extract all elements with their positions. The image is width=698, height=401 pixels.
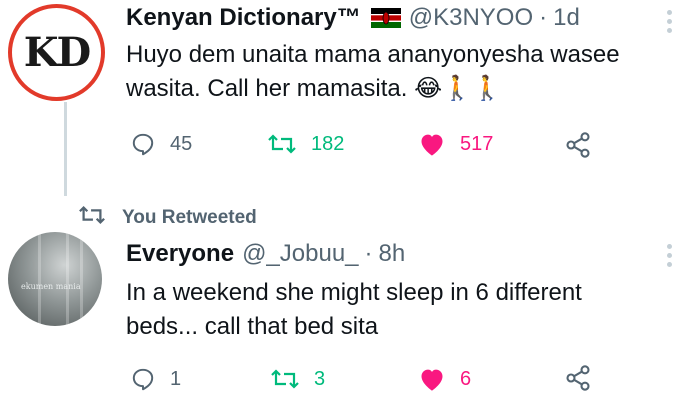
display-name[interactable]: Everyone xyxy=(126,240,234,268)
tweet-header: Everyone @_Jobuu_ · 8h xyxy=(126,240,405,268)
kenya-flag-icon xyxy=(370,8,401,28)
avatar-logo-text: KD xyxy=(23,29,91,76)
tweet-text: In a weekend she might sleep in 6 differ… xyxy=(126,276,582,344)
avatar-caption: ekumen mania xyxy=(21,282,81,291)
share-icon xyxy=(564,364,592,392)
like-count: 517 xyxy=(460,132,494,155)
heart-icon xyxy=(418,366,446,392)
retweet-count: 182 xyxy=(311,132,345,155)
like-count: 6 xyxy=(460,367,472,390)
avatar[interactable]: ekumen mania xyxy=(8,232,102,326)
tweet-header: Kenyan Dictionary™ @K3NYOO · 1d xyxy=(126,4,580,32)
share-icon xyxy=(564,131,592,159)
thread-connector-line xyxy=(64,102,67,196)
retweet-banner: You Retweeted xyxy=(78,203,257,232)
tweet-text-line: In a weekend she might sleep in 6 differ… xyxy=(126,279,582,306)
more-options-icon[interactable] xyxy=(667,244,673,271)
tweet-text-line: beds... call that bed sita xyxy=(126,313,379,340)
timestamp[interactable]: 1d xyxy=(553,4,580,32)
separator: · xyxy=(539,4,548,31)
reply-button[interactable]: 45 xyxy=(130,131,192,157)
retweet-count: 3 xyxy=(314,367,326,390)
reply-count: 45 xyxy=(170,132,193,155)
retweet-banner-label: You Retweeted xyxy=(122,206,257,228)
heart-icon xyxy=(418,131,446,157)
tweet-text-line: Huyo dem unaita mama ananyonyesha wasee xyxy=(126,41,620,68)
retweet-icon xyxy=(267,131,297,157)
reply-icon xyxy=(130,131,156,157)
display-name[interactable]: Kenyan Dictionary™ xyxy=(126,4,361,32)
tweet-text: Huyo dem unaita mama ananyonyesha wasee … xyxy=(126,38,620,106)
share-button[interactable] xyxy=(564,364,592,392)
like-button[interactable]: 517 xyxy=(418,131,493,157)
share-button[interactable] xyxy=(564,131,592,159)
reply-count: 1 xyxy=(170,367,182,390)
timestamp[interactable]: 8h xyxy=(379,240,406,268)
reply-button[interactable]: 1 xyxy=(130,366,181,392)
handle[interactable]: @K3NYOO xyxy=(409,4,533,32)
avatar[interactable]: KD xyxy=(8,4,105,101)
retweet-icon xyxy=(270,366,300,392)
tweet-text-line: wasita. Call her mamasita. 😂🚶🚶 xyxy=(126,75,502,102)
like-button[interactable]: 6 xyxy=(418,366,471,392)
separator: · xyxy=(364,240,373,267)
handle[interactable]: @_Jobuu_ xyxy=(242,240,358,268)
retweet-button[interactable]: 3 xyxy=(270,366,325,392)
retweet-button[interactable]: 182 xyxy=(267,131,344,157)
more-options-icon[interactable] xyxy=(667,10,673,37)
retweet-icon xyxy=(78,203,106,232)
reply-icon xyxy=(130,366,156,392)
